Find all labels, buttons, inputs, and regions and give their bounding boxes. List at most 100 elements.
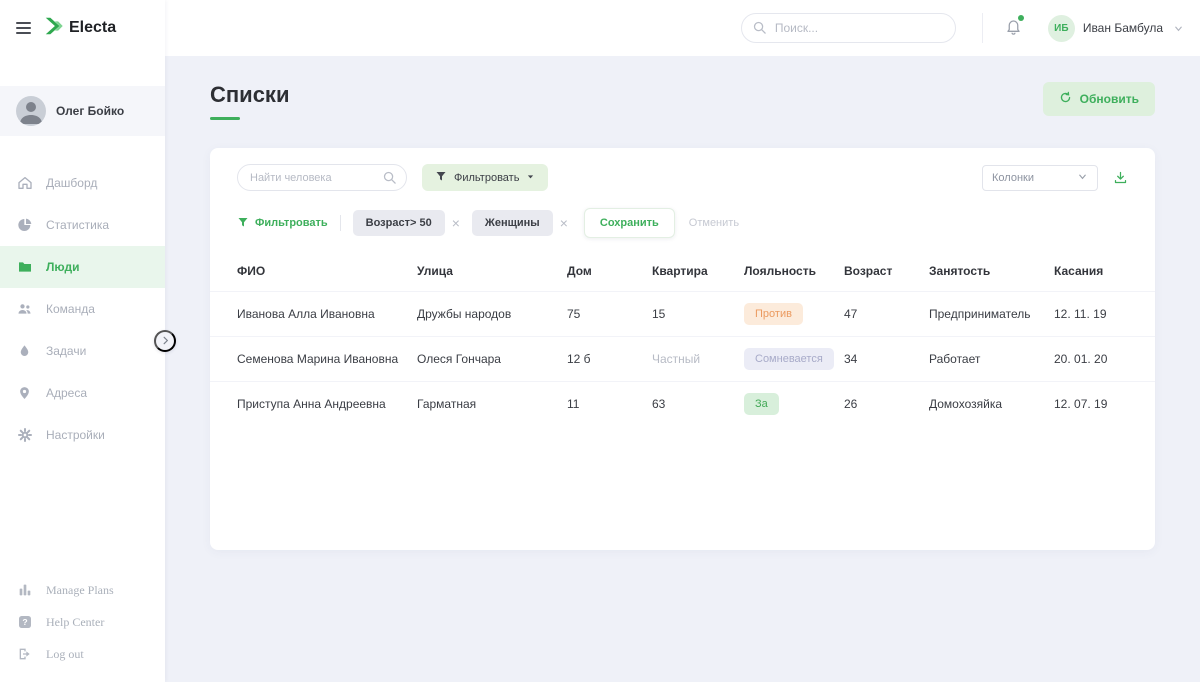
people-table: ФИОУлицаДомКвартираЛояльностьВозрастЗаня… — [210, 251, 1155, 426]
sidebar-item-statistics[interactable]: Статистика — [0, 204, 165, 246]
occupation-cell: Работает — [929, 337, 1054, 382]
sidebar-item-settings[interactable]: Настройки — [0, 414, 165, 456]
chevron-down-icon — [1173, 23, 1184, 34]
sidebar-item-label: Адреса — [46, 386, 87, 400]
column-header: Лояльность — [744, 251, 844, 292]
filter-chip[interactable]: Возраст> 50 — [353, 210, 445, 236]
pin-icon — [16, 385, 33, 401]
gear-icon — [16, 427, 33, 443]
filter-chip[interactable]: Женщины — [472, 210, 553, 236]
bell-icon — [1005, 22, 1022, 39]
menu-icon[interactable] — [16, 19, 31, 37]
toolbar-right: Колонки — [982, 165, 1128, 191]
column-header: ФИО — [210, 251, 417, 292]
active-filter-label[interactable]: Фильтровать — [237, 216, 328, 231]
brand-logo[interactable]: Electa — [43, 15, 116, 42]
sidebar-item-label: Статистика — [46, 218, 109, 232]
street-cell: Дружбы народов — [417, 292, 567, 337]
download-button[interactable] — [1113, 170, 1128, 185]
sidebar-item-team[interactable]: Команда — [0, 288, 165, 330]
avatar — [16, 96, 46, 126]
user-menu[interactable]: ИБ Иван Бамбула — [1048, 15, 1184, 42]
search-icon[interactable] — [382, 170, 397, 190]
app: Electa Олег Бойко Дашборд Статистика Люди К… — [0, 0, 1200, 682]
sidebar-item-dashboard[interactable]: Дашборд — [0, 162, 165, 204]
sidebar-profile[interactable]: Олег Бойко — [0, 86, 165, 136]
user-avatar: ИБ — [1048, 15, 1075, 42]
table-row[interactable]: Приступа Анна АндреевнаГарматная1163За26… — [210, 382, 1155, 427]
column-header: Квартира — [652, 251, 744, 292]
house-cell: 11 — [567, 382, 652, 427]
filter-bar: Фильтровать Возраст> 50 × Женщины × Сохрани… — [210, 203, 1155, 251]
fio-cell: Семенова Марина Ивановна — [210, 337, 417, 382]
users-icon — [16, 301, 33, 317]
filter-button-label: Фильтровать — [454, 172, 519, 184]
column-header: Улица — [417, 251, 567, 292]
sidebar-header: Electa — [0, 0, 165, 56]
sidebar-item-manage-plans[interactable]: Manage Plans — [0, 574, 165, 606]
logout-icon — [16, 646, 33, 662]
touch-cell: 12. 11. 19 — [1054, 292, 1155, 337]
caret-down-icon — [526, 172, 535, 184]
cancel-filter-button[interactable]: Отменить — [689, 217, 739, 229]
refresh-icon — [1059, 91, 1072, 107]
chip-close-icon[interactable]: × — [560, 216, 568, 230]
sidebar-item-addresses[interactable]: Адреса — [0, 372, 165, 414]
age-cell: 34 — [844, 337, 929, 382]
street-cell: Гарматная — [417, 382, 567, 427]
refresh-button[interactable]: Обновить — [1043, 82, 1155, 116]
active-filter-text: Фильтровать — [255, 217, 328, 229]
notification-dot — [1018, 15, 1024, 21]
global-search-input[interactable] — [741, 13, 956, 43]
content: Списки Обновить Фильтровать — [165, 56, 1200, 682]
loyalty-badge: Сомневается — [744, 348, 834, 370]
sidebar: Electa Олег Бойко Дашборд Статистика Люди К… — [0, 0, 165, 682]
loyalty-badge: За — [744, 393, 779, 415]
chevron-right-icon — [160, 334, 171, 349]
profile-name: Олег Бойко — [56, 104, 124, 118]
home-icon — [16, 175, 33, 191]
sidebar-item-label: Настройки — [46, 428, 105, 442]
card-toolbar: Фильтровать Колонки — [210, 156, 1155, 203]
columns-select[interactable]: Колонки — [982, 165, 1098, 191]
notifications-button[interactable] — [1003, 15, 1024, 42]
svg-text:?: ? — [22, 617, 27, 627]
apartment-cell: Частный — [652, 337, 744, 382]
chip-close-icon[interactable]: × — [452, 216, 460, 230]
sidebar-item-label: Задачи — [46, 344, 86, 358]
filter-button[interactable]: Фильтровать — [422, 164, 548, 191]
columns-select-value: Колонки — [992, 172, 1034, 184]
occupation-cell: Домохозяйка — [929, 382, 1054, 427]
house-cell: 75 — [567, 292, 652, 337]
sidebar-item-help-center[interactable]: ?Help Center — [0, 606, 165, 638]
loyalty-cell: Сомневается — [744, 337, 844, 382]
house-cell: 12 б — [567, 337, 652, 382]
fio-cell: Приступа Анна Андреевна — [210, 382, 417, 427]
help-icon: ? — [16, 614, 33, 630]
page-head: Списки Обновить — [210, 82, 1155, 120]
table-row[interactable]: Семенова Марина ИвановнаОлеся Гончара12 … — [210, 337, 1155, 382]
column-header: Касания — [1054, 251, 1155, 292]
sidebar-nav: Дашборд Статистика Люди Команда Задачи Адреса… — [0, 162, 165, 456]
loyalty-badge: Против — [744, 303, 803, 325]
sidebar-item-label: Manage Plans — [46, 583, 114, 598]
sidebar-item-tasks[interactable]: Задачи — [0, 330, 165, 372]
street-cell: Олеся Гончара — [417, 337, 567, 382]
save-filter-button[interactable]: Сохранить — [584, 208, 675, 238]
sidebar-collapse-button[interactable] — [154, 330, 176, 352]
funnel-icon — [237, 216, 249, 231]
search-icon — [752, 20, 767, 40]
sidebar-item-label: Дашборд — [46, 176, 97, 190]
table-row[interactable]: Иванова Алла ИвановнаДружбы народов7515П… — [210, 292, 1155, 337]
fio-cell: Иванова Алла Ивановна — [210, 292, 417, 337]
sidebar-item-people[interactable]: Люди — [0, 246, 165, 288]
touch-cell: 12. 07. 19 — [1054, 382, 1155, 427]
sidebar-item-label: Команда — [46, 302, 95, 316]
sidebar-item-label: Люди — [46, 260, 80, 274]
refresh-label: Обновить — [1080, 92, 1139, 106]
sidebar-item-label: Log out — [46, 647, 84, 662]
person-search — [237, 164, 407, 191]
funnel-icon — [435, 170, 447, 185]
column-header: Возраст — [844, 251, 929, 292]
sidebar-item-logout[interactable]: Log out — [0, 638, 165, 670]
